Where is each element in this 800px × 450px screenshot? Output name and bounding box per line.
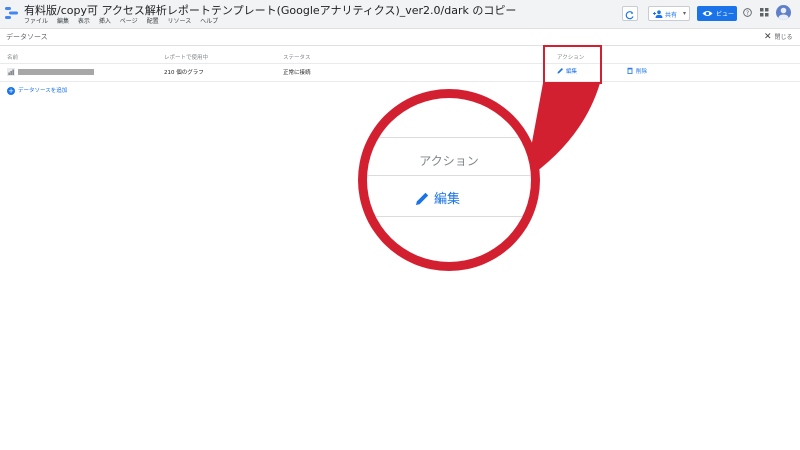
zoom-magnifier: アクション 編集 (367, 98, 531, 262)
divider (367, 137, 531, 138)
zoom-actions-header: アクション (419, 154, 479, 168)
zoom-edit-label: 編集 (434, 192, 461, 207)
divider (367, 216, 531, 217)
divider (367, 175, 531, 176)
zoom-edit-button: 編集 (415, 188, 460, 207)
pencil-icon (416, 192, 429, 205)
